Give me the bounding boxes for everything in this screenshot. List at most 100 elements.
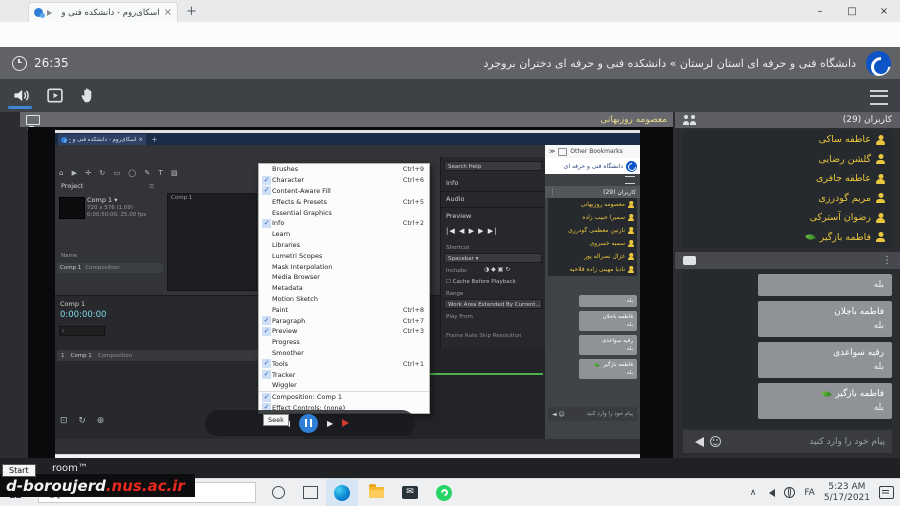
shared-browser-body: ⌂ ▶ ✛ ↻ ▭ ◯ ✎ T ▨ Project ≡ Comp 1 ▾ 720…: [55, 145, 640, 439]
ae-menu-item[interactable]: ✓ Mask Interpolation: [259, 261, 429, 272]
inner-user-name: سمیرا حبیب زاده: [582, 214, 625, 221]
ae-menu-item[interactable]: ✓ Paragraph Ctrl+7: [259, 315, 429, 326]
inner-user-name: سمیه خسروی: [590, 240, 625, 247]
taskbar-tray: ∧ FA 5:23 AM5/17/2021: [750, 479, 894, 506]
chat-message: فاطمه بازگیر بله: [758, 383, 892, 419]
inner-chat-author: رقیه سواعدی: [583, 337, 633, 345]
ae-menu-item-shortcut: Ctrl+1: [403, 360, 424, 368]
browser-url-row: ← → ↻ https://www.skyroom.online/ch/l_tv…: [0, 22, 900, 48]
taskbar-clock[interactable]: 5:23 AM5/17/2021: [824, 482, 870, 504]
language-indicator[interactable]: FA: [804, 488, 815, 498]
tray-volume-icon[interactable]: [765, 489, 775, 497]
microphone-audio-button[interactable]: [8, 85, 34, 105]
tab-close-icon[interactable]: ×: [164, 7, 172, 18]
ae-include-label: Include:: [446, 268, 468, 274]
whatsapp-icon[interactable]: [428, 479, 460, 506]
chat-panel-header: ⋮: [675, 252, 900, 269]
cortana-button[interactable]: [262, 479, 294, 506]
player-left-icons[interactable]: ⊡ ↻ ⊕: [60, 416, 108, 426]
person-icon: [876, 213, 885, 223]
person-icon: [876, 174, 885, 184]
inner-skyroom-logo: [626, 161, 637, 172]
ae-menu-item[interactable]: ✓ Effects & Presets Ctrl+5: [259, 196, 429, 207]
chat-message: رقیه سواعدی بله: [758, 342, 892, 378]
forward-icon[interactable]: ▶: [327, 419, 333, 428]
volume-icon[interactable]: [342, 419, 353, 427]
bookmarks-chevron-icon: ≫: [549, 148, 555, 155]
user-row[interactable]: گلشن رضایی: [683, 150, 892, 170]
ae-menu-item[interactable]: ✓ Essential Graphics: [259, 207, 429, 218]
checkmark-icon: ✓: [262, 327, 271, 336]
ae-menu-item[interactable]: ✓ Libraries: [259, 240, 429, 251]
user-name: عاطفه جافری: [816, 173, 871, 184]
file-explorer-icon[interactable]: [360, 479, 392, 506]
person-icon: [628, 253, 634, 260]
ae-menu-item[interactable]: ✓ Lumetri Scopes: [259, 250, 429, 261]
task-view-button[interactable]: [294, 479, 326, 506]
user-row[interactable]: عاطفه جافری: [683, 169, 892, 189]
ae-menu-item[interactable]: ✓ Motion Sketch: [259, 294, 429, 305]
ae-menu-item-label: Info: [272, 219, 403, 227]
pause-button[interactable]: [299, 414, 318, 433]
ae-menu-item[interactable]: ✓ Character Ctrl+6: [259, 175, 429, 186]
after-effects-window: ⌂ ▶ ✛ ↻ ▭ ◯ ✎ T ▨ Project ≡ Comp 1 ▾ 720…: [55, 145, 545, 439]
user-row[interactable]: فاطمه بازگیر: [683, 228, 892, 248]
inner-user-name: نازنین معظمی گودرزی: [568, 227, 625, 234]
send-icon[interactable]: [690, 437, 704, 447]
chat-input[interactable]: پیام خود را وارد کنید: [683, 430, 892, 453]
ae-menu-item-label: Paint: [272, 306, 403, 314]
ae-menu-item[interactable]: ✓ Smoother: [259, 348, 429, 359]
menu-hamburger-icon[interactable]: [870, 90, 888, 105]
inner-user-name: معصومه روزبهانی: [581, 201, 625, 208]
video-button[interactable]: [42, 85, 68, 105]
ae-menu-item[interactable]: ✓ Paint Ctrl+8: [259, 304, 429, 315]
inner-user-row: نادیا مهینی زاده فلاحیه: [548, 263, 637, 276]
inner-user-list: معصومه روزبهانی سمیرا حبیب زاده نازنین م…: [548, 198, 637, 276]
shared-tab-favicon: [61, 137, 67, 143]
user-row[interactable]: عاطفه ساکی: [683, 130, 892, 150]
users-panel-header: کاربران (29): [675, 112, 900, 128]
ae-menu-item-label: Metadata: [272, 284, 424, 292]
new-tab-button[interactable]: +: [186, 4, 197, 19]
close-button[interactable]: ×: [868, 0, 900, 22]
tray-network-icon[interactable]: [784, 487, 795, 498]
ae-menu-item[interactable]: ✓ Composition: Comp 1: [259, 391, 429, 403]
edge-taskbar-icon[interactable]: [326, 479, 358, 506]
ae-menu-item[interactable]: ✓ Tools Ctrl+1: [259, 358, 429, 369]
action-center-icon[interactable]: [879, 486, 894, 499]
chat-message: فاطمه باجلان بله: [758, 301, 892, 337]
inner-chat-text: بله: [583, 297, 633, 305]
tab-audio-icon[interactable]: [47, 10, 55, 16]
minimize-button[interactable]: –: [804, 0, 836, 22]
ae-menu-item[interactable]: ✓ Content-Aware Fill: [259, 186, 429, 197]
raise-hand-button[interactable]: [74, 85, 100, 105]
user-name: گلشن رضایی: [818, 154, 871, 165]
browser-tab[interactable]: اسکای‌روم - دانشکده فنی و ح ×: [28, 2, 178, 22]
ae-menu-item-label: Composition: Comp 1: [272, 393, 424, 401]
ae-composition-viewer: Comp 1: [167, 193, 257, 291]
ae-menu-item[interactable]: ✓ Progress: [259, 337, 429, 348]
emoji-icon[interactable]: [710, 436, 721, 447]
tray-chevron-icon[interactable]: ∧: [750, 488, 757, 498]
user-name: فاطمه بازگیر: [820, 232, 871, 243]
ae-menu-item-shortcut: Ctrl+6: [403, 176, 424, 184]
maximize-button[interactable]: □: [836, 0, 868, 22]
ae-menu-item[interactable]: ✓ Brushes Ctrl+9: [259, 164, 429, 175]
ae-menu-item[interactable]: ✓ Media Browser: [259, 272, 429, 283]
ae-menu-item[interactable]: ✓ Info Ctrl+2: [259, 218, 429, 229]
ae-menu-item[interactable]: ✓ Metadata: [259, 283, 429, 294]
ae-menu-item[interactable]: ✓ Preview Ctrl+3: [259, 326, 429, 337]
ae-menu-item[interactable]: ✓ Wiggler: [259, 380, 429, 391]
ae-menu-item[interactable]: ✓ Tracker: [259, 369, 429, 380]
skyroom-logo: [866, 51, 891, 76]
person-icon: [628, 266, 634, 273]
user-row[interactable]: رضوان آسترکی: [683, 208, 892, 228]
bookmarks-folder-icon: [558, 148, 567, 156]
ae-menu-item[interactable]: ✓ Learn: [259, 229, 429, 240]
mail-icon[interactable]: ✉: [394, 479, 426, 506]
person-icon: [628, 201, 634, 208]
inner-site-header: دانشگاه فنی و حرفه ای: [545, 158, 640, 174]
shared-tab-close-icon: ×: [138, 137, 143, 143]
chat-menu-icon[interactable]: ⋮: [882, 255, 892, 266]
user-row[interactable]: مریم گودرزی: [683, 189, 892, 209]
